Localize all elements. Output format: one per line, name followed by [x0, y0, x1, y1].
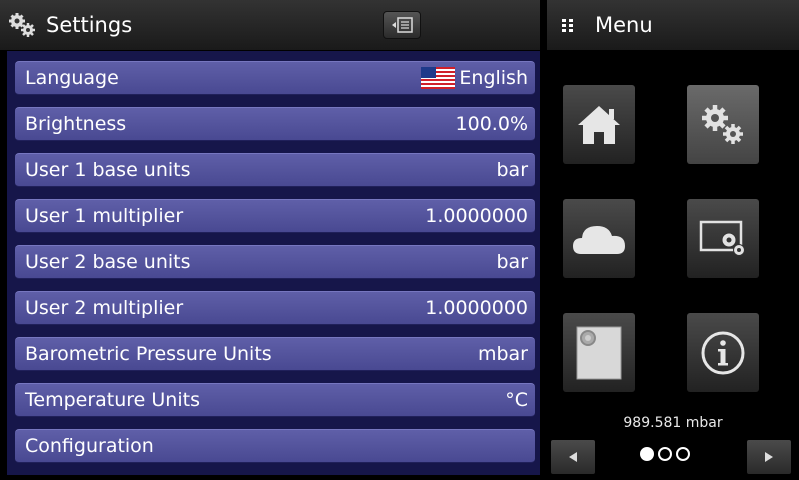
settings-list: Language English Brightness 100.0% User …	[7, 51, 540, 475]
page-indicator	[640, 447, 730, 461]
setting-row-brightness[interactable]: Brightness 100.0%	[15, 107, 535, 141]
setting-row-temperature-units[interactable]: Temperature Units °C	[15, 383, 535, 417]
display-settings-button[interactable]	[687, 199, 759, 278]
settings-gears-icon	[702, 104, 743, 144]
setting-label: Barometric Pressure Units	[25, 343, 272, 365]
sensor-module-icon	[576, 326, 622, 379]
setting-label: User 1 multiplier	[25, 205, 184, 227]
display-settings-icon	[699, 220, 745, 256]
us-flag-icon	[421, 67, 456, 89]
home-icon	[578, 105, 620, 144]
setting-row-barometric-pressure-units[interactable]: Barometric Pressure Units mbar	[15, 337, 535, 371]
page-title: Settings	[46, 13, 133, 37]
settings-button[interactable]	[687, 85, 759, 164]
setting-value: 100.0%	[455, 113, 528, 135]
sensor-module-button[interactable]	[563, 313, 635, 392]
setting-row-configuration[interactable]: Configuration	[15, 429, 535, 463]
cloud-button[interactable]	[563, 199, 635, 278]
setting-label: Configuration	[25, 435, 154, 457]
setting-row-user1-base-units[interactable]: User 1 base units bar	[15, 153, 535, 187]
settings-header: Settings	[0, 0, 540, 50]
setting-value: English	[459, 67, 528, 89]
setting-row-user1-multiplier[interactable]: User 1 multiplier 1.0000000	[15, 199, 535, 233]
home-button[interactable]	[563, 85, 635, 164]
triangle-right-icon	[765, 452, 773, 462]
prev-page-button[interactable]	[551, 440, 595, 474]
setting-value: 1.0000000	[425, 297, 528, 319]
info-icon	[701, 331, 745, 374]
next-page-button[interactable]	[747, 440, 791, 474]
setting-row-user2-multiplier[interactable]: User 2 multiplier 1.0000000	[15, 291, 535, 325]
setting-label: User 2 base units	[25, 251, 191, 273]
page-dot[interactable]	[676, 447, 690, 461]
triangle-left-icon	[569, 452, 577, 462]
menu-header: Menu	[547, 0, 799, 50]
setting-value: 1.0000000	[425, 205, 528, 227]
page-dot[interactable]	[658, 447, 672, 461]
setting-label: Language	[25, 67, 119, 89]
setting-label: User 2 multiplier	[25, 297, 184, 319]
setting-row-user2-base-units[interactable]: User 2 base units bar	[15, 245, 535, 279]
setting-value: bar	[496, 251, 528, 273]
setting-label: Brightness	[25, 113, 127, 135]
barometric-reading: 989.581 mbar	[623, 415, 723, 431]
setting-value: mbar	[477, 343, 528, 365]
menu-title: Menu	[595, 13, 653, 37]
setting-value: bar	[496, 159, 528, 181]
info-button[interactable]	[687, 313, 759, 392]
setting-label: Temperature Units	[25, 389, 200, 411]
setting-row-language[interactable]: Language English	[15, 61, 535, 95]
settings-gears-icon	[9, 13, 35, 37]
page-dot-active[interactable]	[640, 447, 654, 461]
panel-toggle-icon	[392, 17, 413, 33]
grid-dots-icon	[562, 19, 573, 32]
setting-value: °C	[505, 389, 528, 411]
cloud-icon	[573, 225, 625, 254]
setting-label: User 1 base units	[25, 159, 191, 181]
toggle-menu-button[interactable]	[383, 11, 421, 39]
